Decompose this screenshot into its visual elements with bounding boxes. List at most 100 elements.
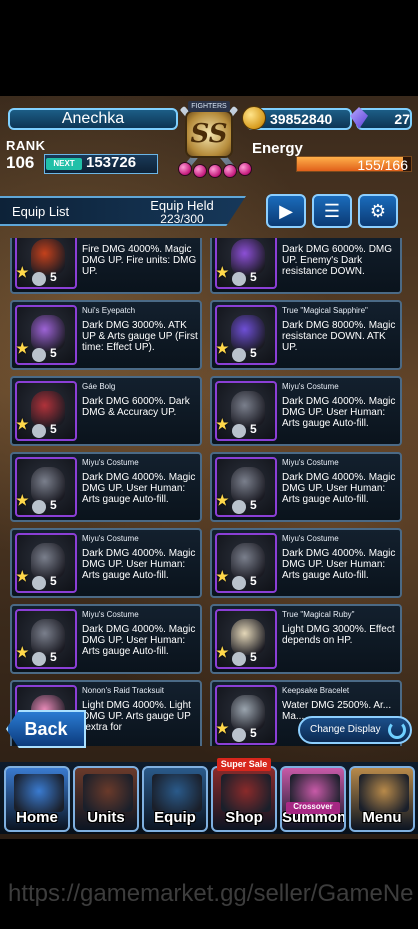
equip-art-icon [231, 315, 265, 351]
equip-art-icon [31, 619, 65, 655]
equip-art-icon [31, 239, 65, 275]
back-button[interactable]: Back [6, 710, 86, 748]
equip-name: True "Magical Ruby" [282, 610, 355, 619]
equip-art-icon [231, 239, 265, 275]
equip-card[interactable]: ★ 5 Inner Stain "Death Flamme" Fire DMG 400… [10, 238, 202, 294]
rank-value: 106 [6, 153, 35, 172]
equip-name: Gáe Bolg [82, 382, 116, 391]
equip-card[interactable]: ★ 5 True "Magical Ruby" Light DMG 3000%. Ef… [210, 604, 402, 674]
gem-count: 27 [394, 111, 410, 127]
rarity-star-icon: ★ [216, 264, 229, 280]
tag-icon: ▶ [279, 201, 293, 221]
equip-card[interactable]: ★ 5 Nui's Eyepatch Dark DMG 3000%. ATK UP &… [10, 300, 202, 370]
rarity-star-icon: ★ [16, 340, 29, 356]
equip-card[interactable]: ★ 5 Miyu's Costume Dark DMG 4000%. Magic DM… [10, 452, 202, 522]
equip-art-icon [231, 695, 265, 731]
rarity-star-icon: ★ [16, 568, 29, 584]
silver-orb-icon [32, 652, 46, 666]
next-badge: NEXT [46, 158, 82, 170]
exp-to-next: 153726 [86, 154, 137, 171]
header: Anechka RANK 106 NEXT 153726 SS FIGHTERS… [0, 96, 418, 186]
tab-home-icon [14, 774, 64, 812]
coin-icon [242, 106, 266, 130]
change-display-button[interactable]: Change Display [298, 716, 412, 744]
silver-orb-icon [232, 424, 246, 438]
equip-name: Inner Stain "Death Flamme" [82, 238, 200, 239]
equip-art-icon [31, 391, 65, 427]
equip-name: Miyu's Costume [82, 610, 139, 619]
equip-art-icon [31, 315, 65, 351]
tab-summon[interactable]: Summon [280, 766, 346, 832]
equip-level: 5 [50, 270, 57, 284]
bottom-tab-bar: Home Units Equip Shop Summon Menu [0, 762, 418, 834]
equip-name: Miyu's Costume [282, 534, 339, 543]
settings-button[interactable]: ⚙ [358, 194, 398, 228]
tab-label: Shop [225, 809, 263, 826]
equip-card[interactable]: ★ 5 Miyu's Costume Dark DMG 4000%. Magic DM… [10, 604, 202, 674]
equip-description: Fire DMG 4000%. Magic DMG UP. Fire units… [82, 244, 197, 277]
equip-level: 5 [50, 574, 57, 588]
silver-orb-icon [232, 500, 246, 514]
tab-shop-icon [221, 774, 271, 812]
watermark: https://gamemarket.gg/seller/GameNe [8, 880, 414, 907]
equip-name: True "Magical Sapphire" [282, 306, 368, 315]
equip-held-value: 223/300 [160, 212, 204, 226]
coin-count: 39852840 [270, 111, 333, 127]
equip-card[interactable]: ★ 5 Stolen Scissor Blade Dark DMG 6000%. DM… [210, 238, 402, 294]
equip-list-bar: Equip List Equip Held 223/300 ▶ ☰ ⚙ [0, 192, 418, 232]
equip-art-icon [231, 619, 265, 655]
equip-level: 5 [250, 574, 257, 588]
equip-card[interactable]: ★ 5 Miyu's Costume Dark DMG 4000%. Magic DM… [10, 528, 202, 598]
equip-held-label: Equip Held [150, 198, 214, 213]
ss-rank-emblem-icon: SS FIGHTERS [168, 98, 252, 180]
equip-level: 5 [250, 498, 257, 512]
tab-menu[interactable]: Menu [349, 766, 415, 832]
rarity-star-icon: ★ [16, 416, 29, 432]
silver-orb-icon [232, 576, 246, 590]
equip-list-title: Equip List [12, 204, 70, 219]
equip-description: Dark DMG 8000%. Magic resistance DOWN. A… [282, 320, 396, 353]
equip-art-icon [231, 543, 265, 579]
tab-label: Home [16, 809, 58, 826]
tab-equip[interactable]: Equip [142, 766, 208, 832]
silver-orb-icon [32, 272, 46, 286]
equip-card[interactable]: ★ 5 Miyu's Costume Dark DMG 4000%. Magic DM… [210, 528, 402, 598]
equip-description: Dark DMG 4000%. Magic DMG UP. User Human… [282, 396, 396, 429]
equip-name: Stolen Scissor Blade [282, 238, 400, 239]
tab-label: Menu [362, 809, 402, 826]
rarity-star-icon: ★ [216, 492, 229, 508]
tab-shop[interactable]: Shop [211, 766, 277, 832]
equip-card[interactable]: ★ 5 Gáe Bolg Dark DMG 6000%. Dark DMG & Acc… [10, 376, 202, 446]
gear-icon: ⚙ [369, 201, 387, 221]
equip-card[interactable]: ★ 5 True "Magical Sapphire" Dark DMG 8000%.… [210, 300, 402, 370]
equip-description: Dark DMG 4000%. Magic DMG UP. User Human… [82, 472, 196, 505]
equip-name: Miyu's Costume [282, 382, 339, 391]
silver-orb-icon [232, 652, 246, 666]
equip-list[interactable]: ★ 5 Inner Stain "Death Flamme" Fire DMG 400… [10, 238, 408, 746]
tab-equip-icon [152, 774, 202, 812]
player-name: Anechka [8, 108, 178, 130]
tab-label: Units [87, 809, 125, 826]
silver-orb-icon [232, 728, 246, 742]
tab-menu-icon [359, 774, 409, 812]
silver-orb-icon [32, 348, 46, 362]
tag-button[interactable]: ▶ [266, 194, 306, 228]
equip-card[interactable]: ★ 5 Miyu's Costume Dark DMG 4000%. Magic DM… [210, 376, 402, 446]
refresh-icon [388, 721, 406, 739]
crossover-badge: Crossover [286, 802, 340, 814]
super-sale-badge: Super Sale [217, 758, 271, 771]
silver-orb-icon [232, 348, 246, 362]
equip-art-icon [231, 391, 265, 427]
equip-description: Dark DMG 3000%. ATK UP & Arts gauge UP (… [82, 320, 198, 353]
change-display-label: Change Display [310, 724, 381, 735]
tab-label: Equip [154, 809, 196, 826]
filter-button[interactable]: ☰ [312, 194, 352, 228]
equip-level: 5 [250, 650, 257, 664]
equip-card[interactable]: ★ 5 Miyu's Costume Dark DMG 4000%. Magic DM… [210, 452, 402, 522]
equip-art-icon [31, 467, 65, 503]
equip-name: Miyu's Costume [82, 458, 139, 467]
tab-units[interactable]: Units [73, 766, 139, 832]
silver-orb-icon [32, 576, 46, 590]
silver-orb-icon [232, 272, 246, 286]
tab-home[interactable]: Home [4, 766, 70, 832]
